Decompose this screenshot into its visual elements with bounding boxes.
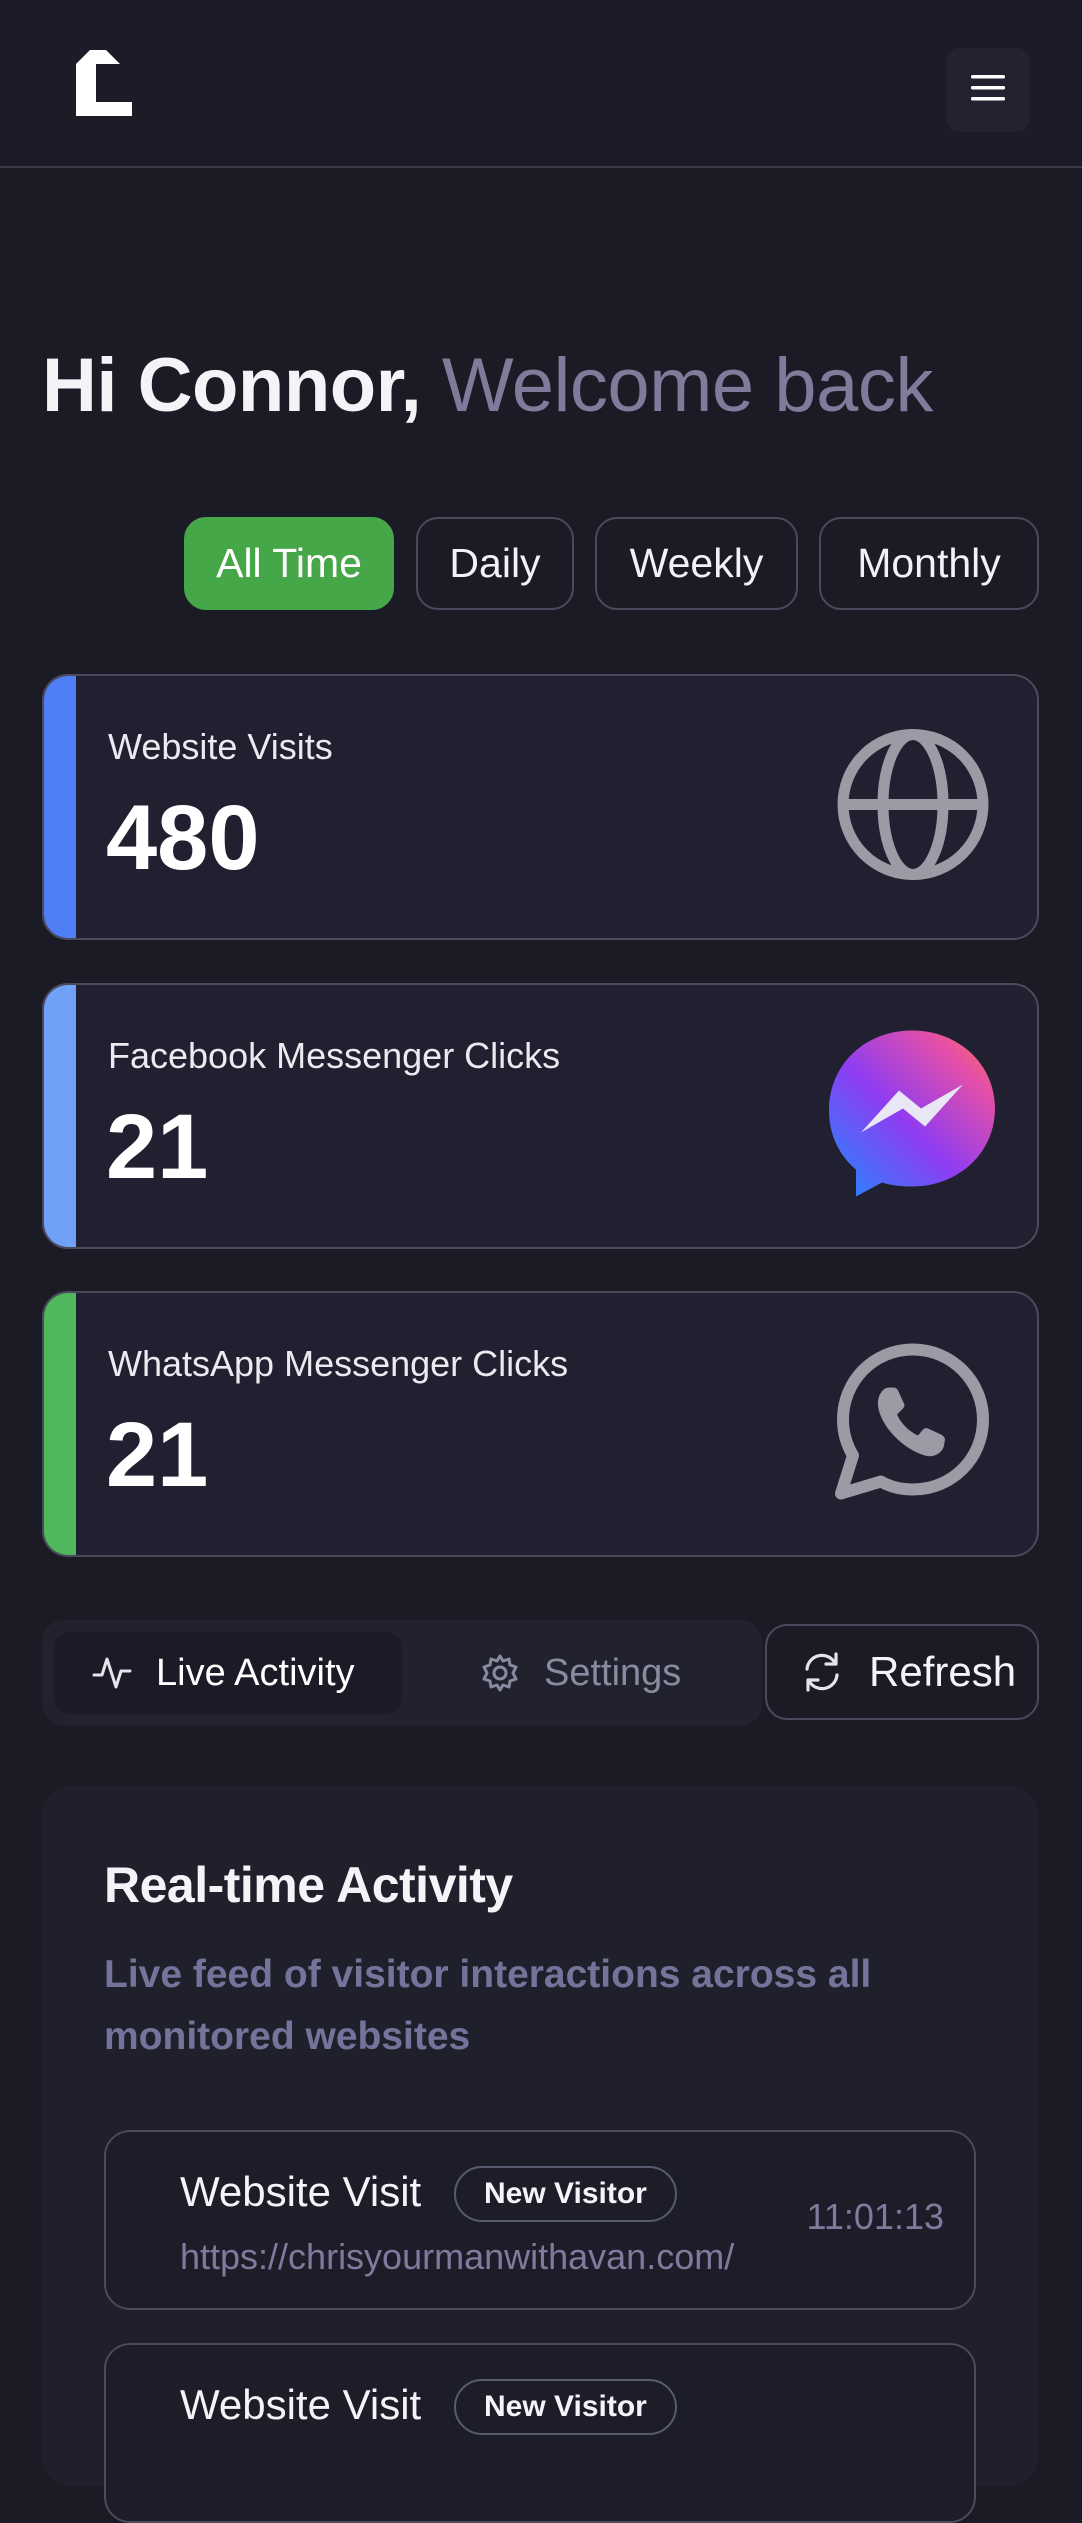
activity-icon	[92, 1657, 132, 1689]
hamburger-menu-icon	[971, 74, 1005, 106]
whatsapp-messenger-card: WhatsApp Messenger Clicks 21	[42, 1291, 1039, 1557]
stat-label: Facebook Messenger Clicks	[108, 1035, 561, 1076]
greeting-name: Hi Connor,	[42, 343, 422, 428]
stat-value: 480	[106, 787, 260, 889]
stat-value: 21	[106, 1096, 209, 1198]
stat-label: WhatsApp Messenger Clicks	[108, 1343, 569, 1384]
top-header	[0, 0, 1082, 168]
refresh-button[interactable]: Refresh	[765, 1624, 1039, 1720]
tab-live-activity-label: Live Activity	[156, 1651, 355, 1694]
activity-item-title: Website Visit	[180, 2168, 422, 2215]
tab-settings-label: Settings	[544, 1651, 682, 1694]
messenger-icon	[827, 1029, 997, 1204]
refresh-label: Refresh	[869, 1648, 1017, 1695]
status-badge: New Visitor	[454, 2166, 677, 2222]
filter-daily-button[interactable]: Daily	[416, 517, 574, 610]
activity-list-item[interactable]: Website Visit New Visitor	[104, 2343, 976, 2523]
filter-monthly-button[interactable]: Monthly	[819, 517, 1039, 610]
filter-weekly-button[interactable]: Weekly	[595, 517, 798, 610]
gear-icon	[482, 1654, 518, 1692]
activity-item-title: Website Visit	[180, 2381, 422, 2428]
status-badge: New Visitor	[454, 2379, 677, 2435]
refresh-icon	[805, 1652, 839, 1692]
activity-item-url: https://chrisyourmanwithavan.com/	[180, 2236, 735, 2277]
globe-icon	[835, 727, 991, 888]
page-greeting: Hi Connor, Welcome back	[42, 338, 933, 434]
stat-value: 21	[106, 1404, 209, 1506]
hamburger-menu-button[interactable]	[946, 48, 1030, 132]
greeting-message: Welcome back	[441, 343, 934, 428]
tab-live-activity[interactable]: Live Activity	[54, 1632, 402, 1714]
filter-all-time-button[interactable]: All Time	[184, 517, 394, 610]
stat-label: Website Visits	[108, 726, 333, 767]
view-tabs: Live Activity Settings	[42, 1620, 762, 1726]
card-accent	[44, 676, 76, 938]
website-visits-card: Website Visits 480	[42, 674, 1039, 940]
card-accent	[44, 985, 76, 1247]
card-accent	[44, 1293, 76, 1555]
activity-description: Live feed of visitor interactions across…	[104, 1953, 872, 2058]
whatsapp-icon	[831, 1342, 991, 1507]
activity-list-item[interactable]: Website Visit New Visitor https://chrisy…	[104, 2130, 976, 2310]
facebook-messenger-card: Facebook Messenger Clicks 21	[42, 983, 1039, 1249]
tab-settings[interactable]: Settings	[442, 1632, 742, 1714]
activity-title: Real-time Activity	[104, 1857, 513, 1913]
activity-item-time: 11:01:13	[806, 2196, 944, 2237]
brand-logo[interactable]	[76, 50, 132, 116]
